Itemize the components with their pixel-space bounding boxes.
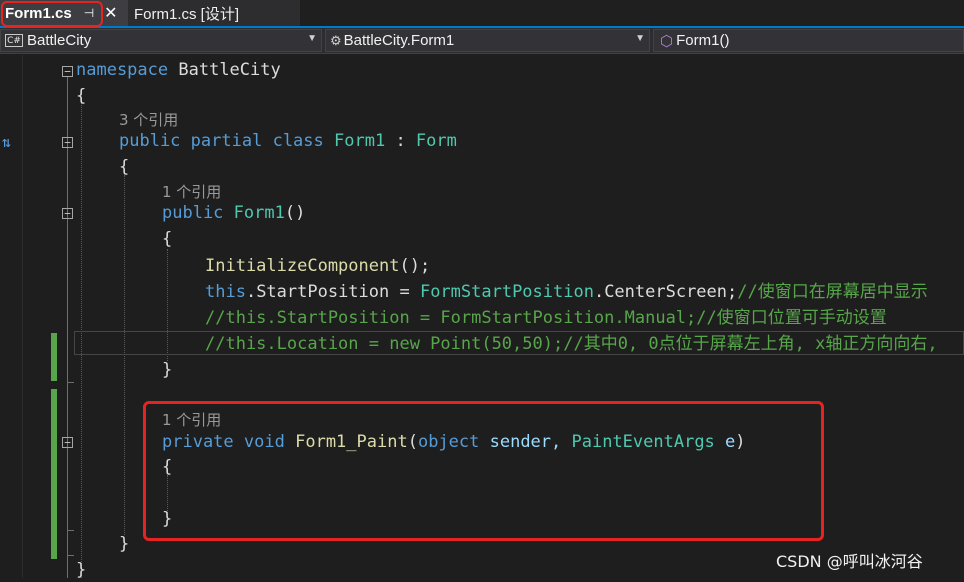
outline-end <box>67 382 74 383</box>
document-tab-strip: Form1.cs ⊣ ✕ Form1.cs [设计] <box>0 0 964 28</box>
comment: //this.StartPosition = FormStartPosition… <box>205 308 887 328</box>
code-line-brace[interactable]: } <box>162 507 172 531</box>
class-icon: ⚙ <box>330 32 342 48</box>
parameter-type: PaintEventArgs <box>571 432 715 452</box>
glyph-margin-divider <box>22 55 23 578</box>
brace: } <box>76 560 87 580</box>
brace: { <box>119 157 130 177</box>
keyword: public <box>162 203 224 223</box>
tab-form1-cs[interactable]: Form1.cs ⊣ ✕ <box>0 0 128 26</box>
navigation-bar: C# BattleCity ▼ ⚙ BattleCity.Form1 ▼ ⬡ F… <box>0 28 964 54</box>
brace: { <box>162 229 173 249</box>
outline-end <box>67 530 74 531</box>
constructor-name: Form1 <box>233 203 285 223</box>
brace: { <box>76 86 87 106</box>
tab-label: Form1.cs <box>5 4 72 22</box>
outline-end <box>67 555 74 556</box>
comment: //this.Location = new Point(50,50);//其中0… <box>205 334 938 354</box>
code-line-paint-method[interactable]: private void Form1_Paint(object sender, … <box>162 430 746 454</box>
keyword: public <box>119 131 181 151</box>
codelens-references[interactable]: 3 个引用 <box>119 110 178 130</box>
collapse-icon[interactable]: − <box>62 437 73 448</box>
watermark: CSDN @呼叫冰河谷 <box>776 552 923 571</box>
outline-line <box>67 77 68 578</box>
tab-label: Form1.cs [设计] <box>134 5 240 23</box>
code-line-class[interactable]: public partial class Form1 : Form <box>119 129 457 153</box>
keyword: void <box>243 432 285 452</box>
base-class: Form <box>415 131 457 151</box>
close-icon[interactable]: ✕ <box>104 3 117 23</box>
code-line-brace[interactable]: } <box>119 532 129 556</box>
tab-form1-designer[interactable]: Form1.cs [设计] <box>128 0 300 26</box>
keyword: this <box>205 282 246 302</box>
member-dropdown-value: Form1() <box>676 32 730 49</box>
paren: ( <box>407 432 418 452</box>
class-name: Form1 <box>334 131 386 151</box>
indent-guide <box>124 175 125 535</box>
colon: : <box>385 131 416 151</box>
namespace-name: BattleCity <box>178 60 281 80</box>
code-editor[interactable]: ⇅ − − − − namespace BattleCity { 3 个引用 p… <box>0 55 964 580</box>
parameter: sender, <box>479 432 572 452</box>
property: .StartPosition = <box>245 282 420 302</box>
enum-value: .CenterScreen; <box>593 282 738 302</box>
comment: //使窗口在屏幕居中显示 <box>737 282 928 302</box>
code-line-brace[interactable]: { <box>119 155 129 179</box>
code-line-initialize[interactable]: InitializeComponent(); <box>205 254 430 278</box>
code-line-namespace[interactable]: namespace BattleCity <box>76 58 281 82</box>
method-name: InitializeComponent <box>205 256 400 276</box>
parens: () <box>284 203 306 223</box>
enum-type: FormStartPosition <box>419 282 594 302</box>
method-name: Form1_Paint <box>295 432 408 452</box>
codelens-references[interactable]: 1 个引用 <box>162 182 221 202</box>
call-tail: (); <box>399 256 431 276</box>
parameter: e <box>714 432 736 452</box>
change-bar <box>51 333 57 381</box>
collapse-icon[interactable]: − <box>62 66 73 77</box>
dropdown-arrow-icon[interactable]: ▼ <box>635 33 645 44</box>
project-dropdown[interactable]: C# BattleCity ▼ <box>0 29 322 52</box>
member-dropdown[interactable]: ⬡ Form1() <box>653 29 964 52</box>
code-line-startposition[interactable]: this.StartPosition = FormStartPosition.C… <box>205 280 928 304</box>
dropdown-arrow-icon[interactable]: ▼ <box>307 33 317 44</box>
brace: } <box>162 360 173 380</box>
paren: ) <box>735 432 746 452</box>
codelens-references[interactable]: 1 个引用 <box>162 410 221 430</box>
collapse-icon[interactable]: − <box>62 208 73 219</box>
brace: } <box>162 509 173 529</box>
code-line-brace[interactable]: } <box>76 558 86 582</box>
code-line-brace[interactable]: { <box>162 227 172 251</box>
csharp-project-icon: C# <box>5 34 23 47</box>
type-dropdown-value: BattleCity.Form1 <box>343 32 455 49</box>
pin-icon[interactable]: ⊣ <box>84 6 94 20</box>
keyword: private <box>162 432 234 452</box>
implementation-icon[interactable]: ⇅ <box>2 133 11 151</box>
change-bar <box>51 389 57 559</box>
code-line-brace[interactable]: { <box>76 84 86 108</box>
keyword: class <box>272 131 324 151</box>
code-line-brace[interactable]: { <box>162 455 172 479</box>
code-line-brace[interactable]: } <box>162 358 172 382</box>
project-dropdown-value: BattleCity <box>27 32 92 49</box>
brace: } <box>119 534 130 554</box>
code-line-constructor[interactable]: public Form1() <box>162 201 305 225</box>
code-line-comment-location[interactable]: //this.Location = new Point(50,50);//其中0… <box>205 332 938 356</box>
collapse-icon[interactable]: − <box>62 137 73 148</box>
code-line-comment-manual[interactable]: //this.StartPosition = FormStartPosition… <box>205 306 887 330</box>
method-cube-icon: ⬡ <box>660 32 674 50</box>
brace: { <box>162 457 173 477</box>
type-dropdown[interactable]: ⚙ BattleCity.Form1 ▼ <box>325 29 650 52</box>
code-highlight-box <box>143 401 824 541</box>
keyword: object <box>417 432 480 452</box>
keyword: namespace <box>76 60 169 80</box>
keyword: partial <box>190 131 263 151</box>
